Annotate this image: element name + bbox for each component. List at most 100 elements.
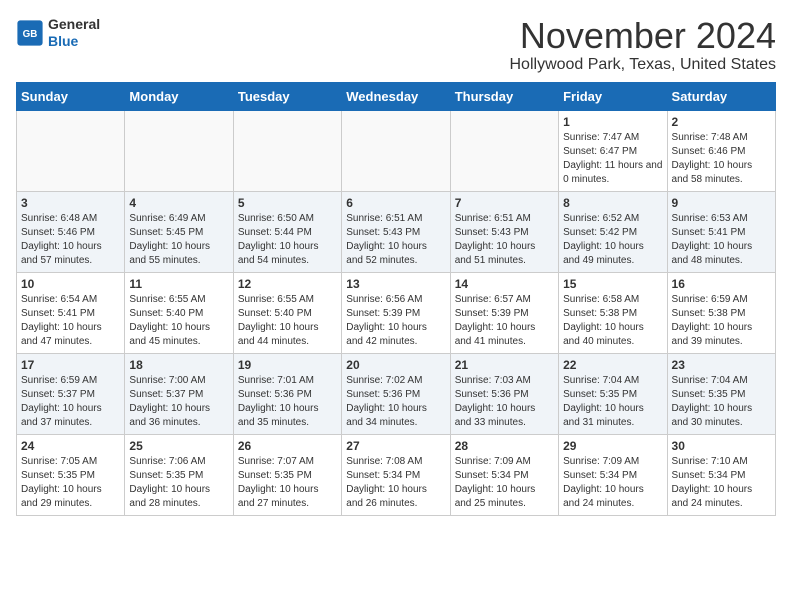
day-info: Sunrise: 6:56 AM Sunset: 5:39 PM Dayligh… — [346, 293, 445, 349]
day-info: Sunrise: 7:03 AM Sunset: 5:36 PM Dayligh… — [455, 374, 554, 430]
day-info: Sunrise: 7:10 AM Sunset: 5:34 PM Dayligh… — [672, 455, 771, 511]
calendar-cell — [342, 110, 450, 191]
day-number: 6 — [346, 196, 445, 210]
day-header-saturday: Saturday — [667, 82, 775, 110]
day-number: 27 — [346, 439, 445, 453]
calendar-cell: 6 Sunrise: 6:51 AM Sunset: 5:43 PM Daylig… — [342, 191, 450, 272]
day-number: 22 — [563, 358, 662, 372]
day-number: 5 — [238, 196, 337, 210]
calendar-cell: 28 Sunrise: 7:09 AM Sunset: 5:34 PM Dayli… — [450, 434, 558, 515]
day-info: Sunrise: 6:53 AM Sunset: 5:41 PM Dayligh… — [672, 212, 771, 268]
month-title: November 2024 — [510, 16, 777, 56]
day-info: Sunrise: 7:07 AM Sunset: 5:35 PM Dayligh… — [238, 455, 337, 511]
day-info: Sunrise: 7:01 AM Sunset: 5:36 PM Dayligh… — [238, 374, 337, 430]
day-info: Sunrise: 6:59 AM Sunset: 5:37 PM Dayligh… — [21, 374, 120, 430]
svg-text:GB: GB — [23, 29, 38, 40]
day-info: Sunrise: 7:09 AM Sunset: 5:34 PM Dayligh… — [455, 455, 554, 511]
calendar-week-row: 17 Sunrise: 6:59 AM Sunset: 5:37 PM Dayli… — [17, 353, 776, 434]
location: Hollywood Park, Texas, United States — [510, 56, 777, 74]
day-number: 10 — [21, 277, 120, 291]
day-number: 8 — [563, 196, 662, 210]
day-header-friday: Friday — [559, 82, 667, 110]
logo: GB General Blue — [16, 16, 100, 50]
day-info: Sunrise: 6:48 AM Sunset: 5:46 PM Dayligh… — [21, 212, 120, 268]
calendar-cell: 11 Sunrise: 6:55 AM Sunset: 5:40 PM Dayli… — [125, 272, 233, 353]
calendar-cell: 3 Sunrise: 6:48 AM Sunset: 5:46 PM Daylig… — [17, 191, 125, 272]
day-number: 11 — [129, 277, 228, 291]
calendar-cell: 17 Sunrise: 6:59 AM Sunset: 5:37 PM Dayli… — [17, 353, 125, 434]
day-info: Sunrise: 7:02 AM Sunset: 5:36 PM Dayligh… — [346, 374, 445, 430]
day-number: 24 — [21, 439, 120, 453]
calendar-cell: 14 Sunrise: 6:57 AM Sunset: 5:39 PM Dayli… — [450, 272, 558, 353]
day-number: 29 — [563, 439, 662, 453]
day-header-tuesday: Tuesday — [233, 82, 341, 110]
logo-blue: Blue — [48, 33, 100, 50]
day-number: 3 — [21, 196, 120, 210]
calendar-cell: 16 Sunrise: 6:59 AM Sunset: 5:38 PM Dayli… — [667, 272, 775, 353]
day-info: Sunrise: 6:57 AM Sunset: 5:39 PM Dayligh… — [455, 293, 554, 349]
day-number: 26 — [238, 439, 337, 453]
day-info: Sunrise: 7:47 AM Sunset: 6:47 PM Dayligh… — [563, 131, 662, 187]
day-info: Sunrise: 6:50 AM Sunset: 5:44 PM Dayligh… — [238, 212, 337, 268]
day-number: 28 — [455, 439, 554, 453]
day-number: 18 — [129, 358, 228, 372]
day-number: 16 — [672, 277, 771, 291]
day-info: Sunrise: 6:55 AM Sunset: 5:40 PM Dayligh… — [129, 293, 228, 349]
calendar-cell: 22Sunrise: 7:04 AM Sunset: 5:35 PM Dayli… — [559, 353, 667, 434]
day-header-thursday: Thursday — [450, 82, 558, 110]
day-number: 1 — [563, 115, 662, 129]
day-info: Sunrise: 6:55 AM Sunset: 5:40 PM Dayligh… — [238, 293, 337, 349]
day-number: 15 — [563, 277, 662, 291]
day-number: 13 — [346, 277, 445, 291]
calendar-cell — [450, 110, 558, 191]
calendar-cell: 20 Sunrise: 7:02 AM Sunset: 5:36 PM Dayli… — [342, 353, 450, 434]
calendar-week-row: 10 Sunrise: 6:54 AM Sunset: 5:41 PM Dayli… — [17, 272, 776, 353]
day-info: Sunrise: 6:51 AM Sunset: 5:43 PM Dayligh… — [455, 212, 554, 268]
day-info: Sunrise: 7:08 AM Sunset: 5:34 PM Dayligh… — [346, 455, 445, 511]
calendar-week-row: 1 Sunrise: 7:47 AM Sunset: 6:47 PM Daylig… — [17, 110, 776, 191]
calendar-cell: 12 Sunrise: 6:55 AM Sunset: 5:40 PM Dayli… — [233, 272, 341, 353]
day-info: Sunrise: 6:51 AM Sunset: 5:43 PM Dayligh… — [346, 212, 445, 268]
day-info: Sunrise: 7:05 AM Sunset: 5:35 PM Dayligh… — [21, 455, 120, 511]
calendar-cell: 9Sunrise: 6:53 AM Sunset: 5:41 PM Daylig… — [667, 191, 775, 272]
calendar-cell — [233, 110, 341, 191]
calendar-cell: 13 Sunrise: 6:56 AM Sunset: 5:39 PM Dayli… — [342, 272, 450, 353]
calendar-week-row: 24 Sunrise: 7:05 AM Sunset: 5:35 PM Dayli… — [17, 434, 776, 515]
day-info: Sunrise: 7:09 AM Sunset: 5:34 PM Dayligh… — [563, 455, 662, 511]
day-number: 17 — [21, 358, 120, 372]
day-info: Sunrise: 6:54 AM Sunset: 5:41 PM Dayligh… — [21, 293, 120, 349]
day-number: 7 — [455, 196, 554, 210]
day-number: 14 — [455, 277, 554, 291]
day-info: Sunrise: 6:59 AM Sunset: 5:38 PM Dayligh… — [672, 293, 771, 349]
day-number: 2 — [672, 115, 771, 129]
day-number: 23 — [672, 358, 771, 372]
day-number: 12 — [238, 277, 337, 291]
logo-general: General — [48, 16, 100, 33]
calendar-cell: 10 Sunrise: 6:54 AM Sunset: 5:41 PM Dayli… — [17, 272, 125, 353]
calendar-cell: 18 Sunrise: 7:00 AM Sunset: 5:37 PM Dayli… — [125, 353, 233, 434]
calendar-cell: 7 Sunrise: 6:51 AM Sunset: 5:43 PM Daylig… — [450, 191, 558, 272]
day-number: 25 — [129, 439, 228, 453]
day-number: 19 — [238, 358, 337, 372]
logo-text: General Blue — [48, 16, 100, 50]
calendar-cell: 2Sunrise: 7:48 AM Sunset: 6:46 PM Daylig… — [667, 110, 775, 191]
day-header-wednesday: Wednesday — [342, 82, 450, 110]
calendar-cell: 4Sunrise: 6:49 AM Sunset: 5:45 PM Daylig… — [125, 191, 233, 272]
day-info: Sunrise: 7:00 AM Sunset: 5:37 PM Dayligh… — [129, 374, 228, 430]
calendar-cell: 23Sunrise: 7:04 AM Sunset: 5:35 PM Dayli… — [667, 353, 775, 434]
title-block: November 2024 Hollywood Park, Texas, Uni… — [510, 16, 777, 74]
day-header-monday: Monday — [125, 82, 233, 110]
calendar-cell: 5 Sunrise: 6:50 AM Sunset: 5:44 PM Daylig… — [233, 191, 341, 272]
day-info: Sunrise: 6:58 AM Sunset: 5:38 PM Dayligh… — [563, 293, 662, 349]
day-number: 21 — [455, 358, 554, 372]
calendar-cell — [17, 110, 125, 191]
page-header: GB General Blue November 2024 Hollywood … — [16, 16, 776, 74]
day-number: 4 — [129, 196, 228, 210]
calendar-cell: 30Sunrise: 7:10 AM Sunset: 5:34 PM Dayli… — [667, 434, 775, 515]
calendar-cell: 24 Sunrise: 7:05 AM Sunset: 5:35 PM Dayli… — [17, 434, 125, 515]
calendar-cell: 26 Sunrise: 7:07 AM Sunset: 5:35 PM Dayli… — [233, 434, 341, 515]
logo-icon: GB — [16, 19, 44, 47]
day-number: 20 — [346, 358, 445, 372]
calendar-cell: 29 Sunrise: 7:09 AM Sunset: 5:34 PM Dayli… — [559, 434, 667, 515]
calendar-cell: 19 Sunrise: 7:01 AM Sunset: 5:36 PM Dayli… — [233, 353, 341, 434]
